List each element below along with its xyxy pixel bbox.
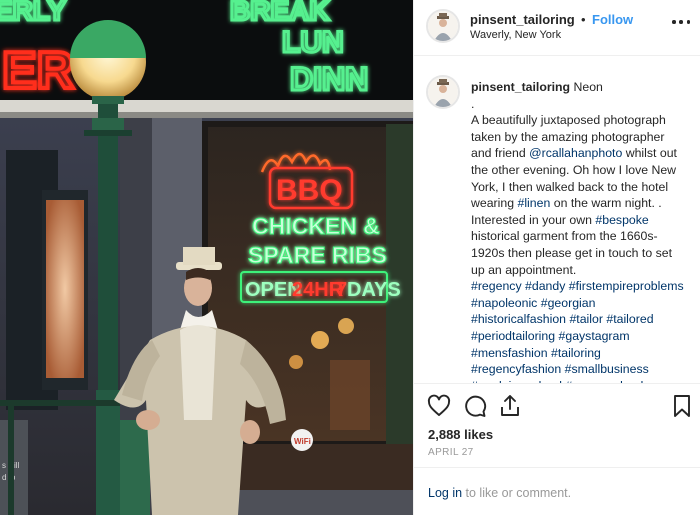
caption-segment: and friend [471, 146, 530, 161]
post-date[interactable]: April 27 [428, 447, 474, 458]
caption-line: Interested in your own #bespoke [471, 212, 697, 229]
caption-line: #napoleonic #georgian [471, 295, 697, 312]
neon-bbq: BBQ [276, 174, 343, 207]
hashtag-link[interactable]: #regency [471, 279, 522, 293]
caption-line: #historicalfashion #tailor #tailored [471, 311, 697, 328]
post-actions: 2,888 likes April 27 [414, 383, 700, 467]
neon-sign-lunch: LUN [282, 26, 344, 59]
caption-segment: on the warm night. . [550, 196, 662, 211]
hashtag-link[interactable]: #bespoke [595, 213, 648, 227]
caption-line: the other evening. Oh how I love New [471, 162, 697, 179]
caption-line: taken by the amazing photographer [471, 129, 697, 146]
neon-sign-breakfast: BREAK [230, 0, 330, 26]
caption-segment: taken by the amazing photographer [471, 129, 665, 144]
bookmark-icon[interactable] [670, 394, 694, 418]
caption-line: A beautifully juxtaposed photograph [471, 112, 697, 129]
caption-segment: historical garment from the 1660s- [471, 229, 658, 244]
more-options-icon[interactable] [672, 20, 690, 26]
login-prompt: Log in to like or comment. [414, 467, 700, 515]
hashtag-link[interactable]: #georgian [541, 296, 596, 310]
comment-icon[interactable] [463, 394, 487, 418]
location-link[interactable]: Waverly, New York [470, 29, 561, 41]
avatar-image [428, 11, 458, 41]
caption-segment: up an appointment. [471, 262, 577, 277]
caption-segment: York, I then walked back to the hotel [471, 179, 669, 194]
login-text: Log in to like or comment. [428, 486, 571, 500]
login-link[interactable]: Log in [428, 486, 462, 500]
hashtag-link[interactable]: #tailor [569, 312, 603, 326]
caption-line: historical garment from the 1660s- [471, 228, 697, 245]
neon-chicken: CHICKEN & [252, 213, 380, 239]
neon-spare-ribs: SPARE RIBS [248, 242, 387, 268]
neon-diner-photo: ERLY ER BREAK LUN DINN BBQ CHICKEN & SPA… [0, 0, 413, 515]
caption-segment: 1920s then please get in touch to set [471, 245, 672, 260]
hashtag-link[interactable]: #regencyfashion [471, 362, 561, 376]
hashtag-link[interactable]: #smallbusiness [565, 362, 649, 376]
post-header: pinsent_tailoring • Follow Waverly, New … [414, 0, 700, 56]
caption-line: York, I then walked back to the hotel [471, 179, 697, 196]
caption-text: pinsent_tailoring Neon . A beautifully j… [471, 79, 697, 383]
hashtag-link[interactable]: #dandy [525, 279, 565, 293]
neon-sign-dinner: DINN [290, 61, 368, 97]
hashtag-link[interactable]: #periodtailoring [471, 329, 555, 343]
caption-avatar[interactable] [426, 75, 460, 109]
hashtag-link[interactable]: #historicalfashion [471, 312, 566, 326]
mention-link[interactable]: @rcallahanphoto [529, 146, 622, 160]
caption-line: and friend @rcallahanphoto whilst out [471, 145, 697, 162]
post-side-panel: pinsent_tailoring • Follow Waverly, New … [413, 0, 700, 515]
neon-days: DAYS [347, 279, 401, 301]
hashtag-link[interactable]: #linen [517, 196, 550, 210]
hashtag-link[interactable]: #tailoring [551, 346, 601, 360]
caption-area: pinsent_tailoring Neon . A beautifully j… [414, 57, 700, 383]
heart-icon[interactable] [427, 394, 451, 418]
caption-segment: the other evening. Oh how I love New [471, 162, 677, 177]
hashtag-link[interactable]: #tailored [606, 312, 653, 326]
avatar-image [428, 77, 458, 107]
post-photo[interactable]: ERLY ER BREAK LUN DINN BBQ CHICKEN & SPA… [0, 0, 413, 515]
caption-line: up an appointment. [471, 262, 697, 279]
caption-line: #regencyfashion #smallbusiness [471, 361, 697, 378]
caption-username[interactable]: pinsent_tailoring [471, 80, 570, 94]
caption-segment: wearing [471, 196, 518, 211]
likes-count[interactable]: 2,888 likes [428, 427, 493, 442]
caption-line: 1920s then please get in touch to set [471, 245, 697, 262]
avatar[interactable] [426, 9, 460, 43]
neon-sign-red: ER [2, 42, 74, 100]
caption-line: #mensfashion #tailoring [471, 345, 697, 362]
hashtag-link[interactable]: #gaystagram [559, 329, 630, 343]
caption-first-word: Neon [570, 80, 603, 94]
caption-segment: whilst out [622, 146, 677, 161]
caption-dot: . [471, 96, 475, 111]
login-rest: to like or comment. [462, 486, 572, 500]
wifi-sticker: WiFi [294, 437, 311, 446]
share-icon[interactable] [498, 394, 522, 418]
neon-7: 7 [336, 279, 347, 301]
caption-line: #regency #dandy #firstempireproblems [471, 278, 697, 295]
caption-body: A beautifully juxtaposed photograph taken… [471, 112, 697, 383]
caption-segment: A beautifully juxtaposed photograph [471, 113, 666, 128]
hashtag-link[interactable]: #mensfashion [471, 346, 548, 360]
header-separator-dot: • [581, 12, 586, 27]
caption-segment: Interested in your own [471, 212, 596, 227]
caption-line: #periodtailoring #gaystagram [471, 328, 697, 345]
caption-line: wearing #linen on the warm night. . [471, 195, 697, 212]
header-username[interactable]: pinsent_tailoring [470, 12, 575, 27]
hashtag-link[interactable]: #firstempireproblems [569, 279, 684, 293]
neon-sign-top-left: ERLY [0, 0, 66, 26]
follow-button[interactable]: Follow [592, 12, 633, 27]
hashtag-link[interactable]: #napoleonic [471, 296, 537, 310]
